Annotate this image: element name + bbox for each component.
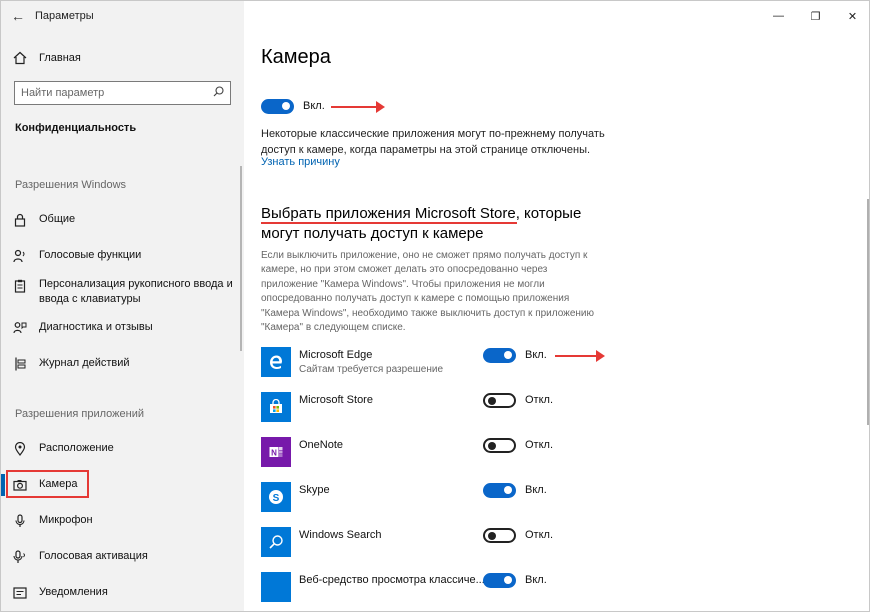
notifications-icon <box>1 586 39 599</box>
list-item: Веб-средство просмотра классиче... <box>261 572 601 604</box>
list-item: S Skype <box>261 482 601 514</box>
settings-window: ← Параметры Главная Найти параметр Конфи… <box>0 0 870 612</box>
list-item: Microsoft Edge Сайтам требуется разрешен… <box>261 347 601 379</box>
main-content: — ❐ ✕ Камера Вкл. Некоторые классические… <box>244 1 869 611</box>
timeline-icon <box>1 357 39 371</box>
notice-text: Некоторые классические приложения могут … <box>261 128 605 156</box>
app-name: Skype <box>299 484 330 496</box>
annotation-highlight-box <box>6 470 89 498</box>
search-icon[interactable] <box>213 86 224 100</box>
sidebar-item-speech[interactable]: Голосовые функции <box>1 248 241 263</box>
microphone-icon <box>1 513 39 528</box>
app-toggle-onenote[interactable] <box>483 438 516 453</box>
main-scrollbar[interactable] <box>867 199 869 425</box>
onenote-icon: N <box>261 437 291 467</box>
sidebar-item-notifications[interactable]: Уведомления <box>1 585 241 600</box>
sidebar-item-general[interactable]: Общие <box>1 212 241 227</box>
back-button[interactable]: ← <box>1 1 35 31</box>
app-name: Windows Search <box>299 529 382 541</box>
sidebar-item-label: Голосовые функции <box>39 249 142 261</box>
minimize-button[interactable]: — <box>760 1 797 31</box>
search-input[interactable]: Найти параметр <box>14 81 231 105</box>
app-toggle-label: Вкл. <box>525 574 547 586</box>
app-toggle-label: Откл. <box>525 439 554 451</box>
sidebar-item-microphone[interactable]: Микрофон <box>1 513 241 528</box>
sidebar-item-activity[interactable]: Журнал действий <box>1 356 241 371</box>
window-controls: — ❐ ✕ <box>760 1 869 31</box>
store-apps-description: Если выключить приложение, оно не сможет… <box>261 250 595 334</box>
app-toggle-label: Откл. <box>525 529 554 541</box>
app-toggle-skype[interactable] <box>483 483 516 498</box>
close-button[interactable]: ✕ <box>834 1 869 31</box>
sidebar-scrollbar[interactable] <box>240 166 242 351</box>
sidebar-item-label: Журнал действий <box>39 357 130 369</box>
skype-icon: S <box>261 482 291 512</box>
section-title: Конфиденциальность <box>15 122 137 134</box>
sidebar-item-label: Диагностика и отзывы <box>39 321 153 333</box>
sidebar-item-diagnostics[interactable]: Диагностика и отзывы <box>1 320 241 335</box>
svg-text:S: S <box>273 493 280 504</box>
camera-access-toggle-label: Вкл. <box>303 100 325 112</box>
voice-activation-icon <box>1 549 39 564</box>
lock-icon <box>1 213 39 227</box>
window-title: Параметры <box>35 10 94 22</box>
sidebar-item-label: Расположение <box>39 442 114 454</box>
app-toggle-windows-search[interactable] <box>483 528 516 543</box>
sidebar: ← Параметры Главная Найти параметр Конфи… <box>1 1 244 611</box>
home-icon <box>1 51 39 65</box>
app-toggle-edge[interactable] <box>483 348 516 363</box>
annotation-underline <box>261 222 517 224</box>
search-icon <box>261 527 291 557</box>
sidebar-item-voice-activation[interactable]: Голосовая активация <box>1 549 241 564</box>
group-title-apps: Разрешения приложений <box>15 408 145 420</box>
titlebar: ← Параметры <box>1 1 244 31</box>
feedback-icon <box>1 321 39 335</box>
clipboard-icon <box>1 277 39 293</box>
sidebar-item-label: Персонализация рукописного ввода и ввода… <box>39 278 233 305</box>
search-placeholder: Найти параметр <box>21 87 105 99</box>
app-subtitle: Сайтам требуется разрешение <box>299 364 444 375</box>
store-icon <box>261 392 291 422</box>
app-name: Веб-средство просмотра классиче... <box>299 574 485 586</box>
app-toggle-label: Вкл. <box>525 349 547 361</box>
camera-access-toggle[interactable] <box>261 99 294 114</box>
person-voice-icon <box>1 249 39 263</box>
learn-more-link[interactable]: Узнать причину <box>261 156 340 168</box>
app-name: Microsoft Store <box>299 394 373 406</box>
app-name: Microsoft Edge <box>299 349 373 361</box>
restore-button[interactable]: ❐ <box>797 1 834 31</box>
app-toggle-web-viewer[interactable] <box>483 573 516 588</box>
sidebar-item-inking[interactable]: Персонализация рукописного ввода и ввода… <box>1 277 241 307</box>
store-apps-heading: Выбрать приложения Microsoft Store, кото… <box>261 205 582 242</box>
edge-icon <box>261 347 291 377</box>
svg-text:N: N <box>271 448 277 457</box>
sidebar-item-label: Микрофон <box>39 514 93 526</box>
home-label: Главная <box>39 52 81 64</box>
page-title: Камера <box>261 46 331 68</box>
app-name: OneNote <box>299 439 344 451</box>
web-viewer-icon <box>261 572 291 602</box>
annotation-arrow <box>331 101 385 113</box>
annotation-arrow <box>555 350 605 362</box>
sidebar-item-label: Общие <box>39 213 76 225</box>
sidebar-item-label: Голосовая активация <box>39 550 148 562</box>
sidebar-item-label: Уведомления <box>39 586 108 598</box>
home-nav-item[interactable]: Главная <box>1 45 244 71</box>
app-toggle-label: Откл. <box>525 394 554 406</box>
app-toggle-label: Вкл. <box>525 484 547 496</box>
group-title-windows: Разрешения Windows <box>15 179 127 191</box>
location-icon <box>1 441 39 456</box>
sidebar-item-location[interactable]: Расположение <box>1 441 241 456</box>
app-toggle-store[interactable] <box>483 393 516 408</box>
